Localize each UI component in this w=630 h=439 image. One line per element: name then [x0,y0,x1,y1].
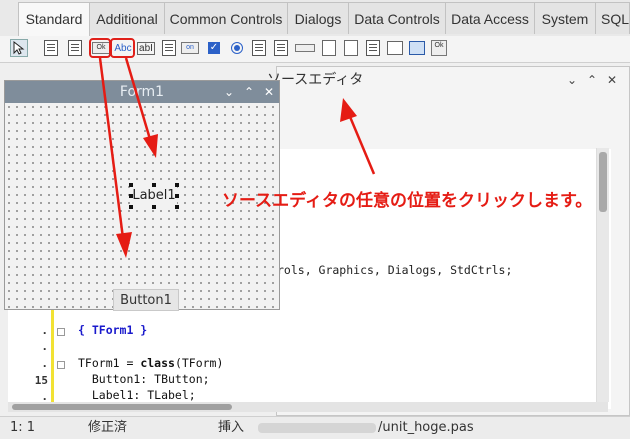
pointer-tool-icon[interactable] [10,39,28,57]
tab-data-access[interactable]: Data Access [445,2,535,34]
selection-handle[interactable] [152,183,156,187]
line-number: . [41,357,48,370]
fold-toggle-icon[interactable] [57,328,65,336]
chevron-down-icon[interactable]: ⌄ [564,67,580,93]
tab-system[interactable]: System [534,2,596,34]
tab-additional[interactable]: Additional [89,2,165,34]
button1-component[interactable]: Button1 [113,289,179,311]
selection-handle[interactable] [175,205,179,209]
chevron-up-icon[interactable]: ⌃ [584,67,600,93]
popup-menu-icon[interactable] [66,39,84,57]
code-line: Button1: TButton; [78,372,210,386]
selection-handle[interactable] [129,194,133,198]
tab-common-controls[interactable]: Common Controls [164,2,288,34]
scrollbar-component-icon[interactable] [294,39,316,57]
tab-data-controls[interactable]: Data Controls [348,2,446,34]
panel-component-icon[interactable] [386,39,404,57]
blurred-path [258,423,376,433]
frame-component-icon[interactable] [408,39,426,57]
actionlist-component-icon[interactable]: Ok [430,39,448,57]
source-editor-title: ソースエディタ [267,72,364,88]
highlight-tlabel [110,38,135,58]
vertical-scroll-thumb[interactable] [599,152,607,212]
form1-title: Form1 [119,84,165,100]
label1-component[interactable]: Label1 [131,185,177,207]
combobox-component-icon[interactable] [272,39,290,57]
selection-handle[interactable] [175,194,179,198]
selection-handle[interactable] [129,183,133,187]
source-editor-titlebar: ソースエディタ ⌄ ⌃ ✕ [267,67,629,93]
groupbox-component-icon[interactable] [320,39,338,57]
line-number: . [41,324,48,337]
checkbox-component-icon[interactable]: ✓ [205,39,223,57]
radiobutton-component-icon[interactable] [228,39,246,57]
status-bar: 1: 1 修正済 挿入 /unit_hoge.pas [0,416,630,439]
cursor-position: 1: 1 [10,420,36,435]
chevron-down-icon[interactable]: ⌄ [221,81,237,103]
selection-handle[interactable] [129,205,133,209]
tab-standard[interactable]: Standard [18,2,90,36]
insert-mode: 挿入 [218,420,245,435]
code-line: Label1: TLabel; [78,388,196,402]
highlight-tbutton [89,38,111,58]
close-icon[interactable]: ✕ [261,81,277,103]
chevron-up-icon[interactable]: ⌃ [241,81,257,103]
vertical-scrollbar[interactable] [596,148,609,402]
tab-sqldb[interactable]: SQLd [595,2,630,34]
file-path: /unit_hoge.pas [378,420,474,435]
close-icon[interactable]: ✕ [604,67,620,93]
line-number: . [41,340,48,353]
line-number: 15 [34,374,48,387]
line-gutter [8,308,54,402]
horizontal-scroll-thumb[interactable] [12,404,232,410]
code-line: TForm1 = class(TForm) [78,356,224,370]
tedit-component[interactable]: abI [136,39,156,57]
ttogglebox-component[interactable]: on [181,39,199,57]
form1-titlebar: Form1 ⌄ ⌃ ✕ [5,81,279,103]
code-line: { TForm1 } [78,323,148,337]
tab-dialogs[interactable]: Dialogs [287,2,349,34]
selection-handle[interactable] [175,183,179,187]
uses-line-fragment: rols, Graphics, Dialogs, StdCtrls; [277,263,513,277]
selection-handle[interactable] [152,205,156,209]
modified-status: 修正済 [88,420,128,435]
horizontal-scrollbar[interactable] [8,402,608,412]
instruction-annotation: ソースエディタの任意の位置をクリックします。 [222,191,593,211]
component-palette-tabs: Standard Additional Common Controls Dial… [0,0,630,37]
listbox-component-icon[interactable] [250,39,268,57]
checkgroup-component-icon[interactable] [364,39,382,57]
tmemo-component-icon[interactable] [160,39,178,57]
fold-toggle-icon[interactable] [57,361,65,369]
main-menu-icon[interactable] [42,39,60,57]
component-palette: Ok Abc abI on ✓ Ok [0,36,630,63]
radiogroup-component-icon[interactable] [342,39,360,57]
